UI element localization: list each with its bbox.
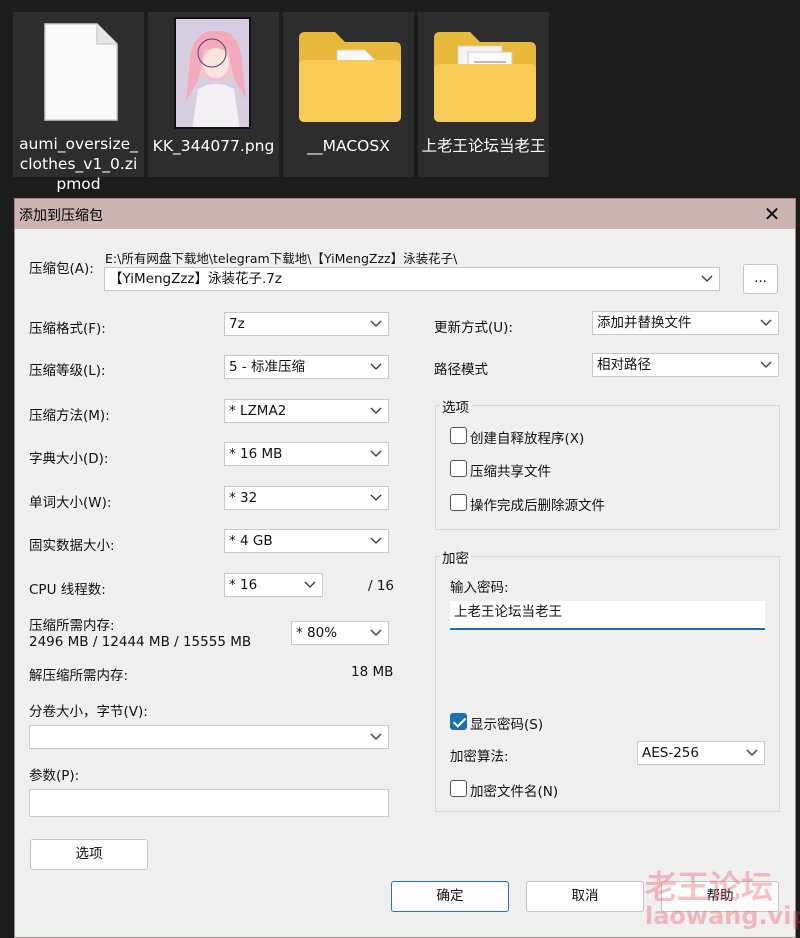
chevron-down-icon (760, 319, 772, 326)
browse-button[interactable]: ... (743, 264, 778, 294)
solid-label: 固实数据大小: (29, 538, 115, 554)
path-mode-value: 相对路径 (597, 357, 651, 373)
chevron-down-icon (370, 733, 382, 740)
chevron-down-icon (370, 450, 382, 457)
solid-select[interactable]: * 4 GB (224, 529, 389, 553)
file-zipmod[interactable]: aumi_oversize_clothes_v1_0.zipmod (13, 12, 144, 193)
close-icon[interactable]: ✕ (759, 201, 785, 227)
volume-combobox[interactable] (29, 725, 389, 749)
chevron-down-icon (760, 361, 772, 368)
format-select[interactable]: 7z (224, 312, 389, 336)
delete-source-label[interactable]: 操作完成后删除源文件 (470, 494, 605, 514)
params-label: 参数(P): (29, 768, 80, 784)
solid-value: * 4 GB (229, 533, 273, 549)
word-value: * 32 (229, 490, 258, 506)
level-select[interactable]: 5 - 标准压缩 (224, 355, 389, 379)
encryption-method-value: AES-256 (642, 745, 699, 761)
chevron-down-icon (370, 407, 382, 414)
path-mode-select[interactable]: 相对路径 (592, 353, 779, 377)
path-mode-label: 路径模式 (434, 362, 488, 378)
level-label: 压缩等级(L): (29, 363, 106, 379)
mem-decomp-value: 18 MB (351, 664, 394, 680)
dialog-title: 添加到压缩包 (19, 208, 103, 224)
params-input[interactable] (29, 789, 389, 817)
archive-filename-combobox[interactable]: 【YiMengZzz】泳装花子.7z (104, 267, 720, 291)
add-to-archive-dialog: 添加到压缩包 ✕ 压缩包(A): E:\所有网盘下载地\telegram下载地\… (14, 198, 796, 938)
encryption-method-label: 加密算法: (450, 749, 509, 765)
threads-value: * 16 (229, 577, 258, 593)
method-value: * LZMA2 (229, 403, 287, 419)
archive-path: E:\所有网盘下载地\telegram下载地\【YiMengZzz】泳装花子\ (105, 251, 458, 266)
mem-comp-value: * 80% (296, 625, 338, 641)
threads-label: CPU 线程数: (29, 582, 106, 598)
volume-label: 分卷大小，字节(V): (29, 704, 148, 720)
options-group-title: 选项 (440, 396, 471, 416)
image-thumbnail (174, 17, 251, 129)
dict-select[interactable]: * 16 MB (224, 442, 389, 466)
sfx-label[interactable]: 创建自释放程序(X) (470, 427, 584, 447)
chevron-down-icon (304, 581, 316, 588)
folder-laowang[interactable]: 上老王论坛当老王 (418, 12, 549, 177)
file-name: aumi_oversize_clothes_v1_0.zipmod (19, 135, 138, 193)
ok-button[interactable]: 确定 (391, 881, 509, 912)
password-input[interactable]: 上老王论坛当老王 (450, 601, 765, 630)
folder-name: 上老王论坛当老王 (421, 137, 546, 155)
folder-macosx[interactable]: __MACOSX (283, 12, 414, 177)
show-password-label[interactable]: 显示密码(S) (470, 713, 543, 733)
mem-comp-label: 压缩所需内存: (29, 618, 115, 634)
document-icon (44, 23, 118, 121)
dict-value: * 16 MB (229, 446, 283, 462)
mem-decomp-label: 解压缩所需内存: (29, 668, 129, 684)
chevron-down-icon (746, 749, 758, 756)
delete-source-checkbox[interactable] (450, 494, 467, 511)
format-value: 7z (229, 316, 245, 332)
update-label: 更新方式(U): (434, 320, 513, 336)
folder-icon (299, 32, 401, 122)
folder-with-documents-icon (434, 32, 536, 122)
chevron-down-icon (370, 320, 382, 327)
encryption-method-select[interactable]: AES-256 (637, 741, 765, 765)
cancel-button[interactable]: 取消 (526, 881, 644, 912)
level-value: 5 - 标准压缩 (229, 359, 306, 375)
show-password-checkbox[interactable] (450, 713, 467, 730)
format-label: 压缩格式(F): (29, 321, 106, 337)
chevron-down-icon (370, 494, 382, 501)
encrypt-names-label[interactable]: 加密文件名(N) (470, 780, 558, 800)
chevron-down-icon (370, 537, 382, 544)
update-value: 添加并替换文件 (597, 315, 692, 331)
shared-files-checkbox[interactable] (450, 460, 467, 477)
threads-max: / 16 (368, 578, 395, 594)
mem-comp-detail: 2496 MB / 12444 MB / 15555 MB (29, 634, 252, 650)
word-select[interactable]: * 32 (224, 486, 389, 510)
password-label: 输入密码: (450, 580, 509, 596)
dict-label: 字典大小(D): (29, 451, 109, 467)
folder-name: __MACOSX (307, 137, 390, 155)
archive-label: 压缩包(A): (29, 261, 94, 277)
archive-filename: 【YiMengZzz】泳装花子.7z (109, 271, 282, 287)
chevron-down-icon (370, 629, 382, 636)
help-button[interactable]: 帮助 (661, 881, 779, 912)
title-bar: 添加到压缩包 ✕ (15, 199, 795, 229)
method-select[interactable]: * LZMA2 (224, 399, 389, 423)
chevron-down-icon (370, 363, 382, 370)
encryption-group-title: 加密 (440, 547, 471, 567)
mem-comp-select[interactable]: * 80% (291, 621, 389, 645)
method-label: 压缩方法(M): (29, 408, 110, 424)
update-select[interactable]: 添加并替换文件 (592, 311, 779, 335)
word-label: 单词大小(W): (29, 495, 112, 511)
encrypt-names-checkbox[interactable] (450, 780, 467, 797)
chevron-down-icon (701, 275, 713, 282)
shared-files-label[interactable]: 压缩共享文件 (470, 460, 551, 480)
file-name: KK_344077.png (152, 137, 275, 155)
threads-select[interactable]: * 16 (224, 573, 323, 597)
sfx-checkbox[interactable] (450, 427, 467, 444)
file-png[interactable]: KK_344077.png (148, 12, 279, 177)
options-button[interactable]: 选项 (30, 839, 148, 870)
